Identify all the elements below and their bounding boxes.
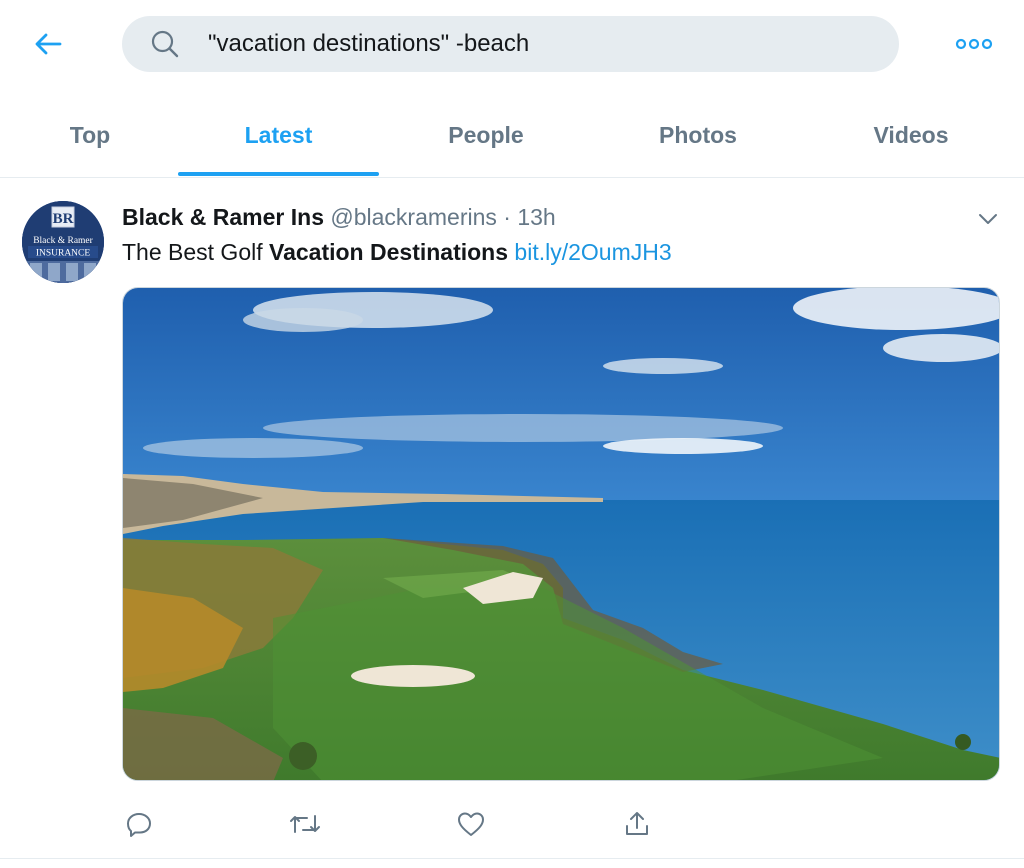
tab-videos[interactable]: Videos <box>810 92 1012 178</box>
tab-photos[interactable]: Photos <box>597 92 799 178</box>
tweet-header: Black & Ramer Ins @blackramerins · 13h <box>122 204 556 231</box>
search-tabs: Top Latest People Photos Videos <box>0 92 1024 178</box>
more-dots-icon <box>955 38 993 50</box>
active-tab-indicator <box>178 172 379 176</box>
retweet-button[interactable] <box>288 807 322 841</box>
avatar-line2: INSURANCE <box>36 249 91 259</box>
search-input[interactable] <box>208 16 868 72</box>
more-options-button[interactable] <box>946 30 1002 58</box>
search-icon <box>151 30 179 58</box>
tweet-text-plain: The Best Golf <box>122 239 270 265</box>
share-icon <box>626 812 648 835</box>
like-button[interactable] <box>454 807 488 841</box>
retweet-icon <box>290 815 320 833</box>
like-icon <box>458 812 484 836</box>
tweet-link[interactable]: bit.ly/2OumJH3 <box>514 239 671 265</box>
tab-top[interactable]: Top <box>0 92 180 178</box>
tweet-time[interactable]: 13h <box>517 204 555 230</box>
golf-course-photo <box>123 288 999 780</box>
search-box[interactable] <box>122 16 899 72</box>
arrow-left-icon <box>35 33 62 55</box>
avatar[interactable]: BR Black & Ramer INSURANCE <box>22 201 104 283</box>
chevron-down-icon <box>979 214 997 224</box>
share-button[interactable] <box>620 807 654 841</box>
avatar-line1: Black & Ramer <box>33 236 93 246</box>
reply-icon <box>127 813 151 837</box>
tweet[interactable]: BR Black & Ramer INSURANCE Black & Ramer… <box>0 179 1024 859</box>
reply-button[interactable] <box>122 807 156 841</box>
author-handle[interactable]: @blackramerins <box>330 204 497 230</box>
separator-dot: · <box>503 204 511 230</box>
tweet-text-highlight: Vacation Destinations <box>269 239 509 265</box>
author-name[interactable]: Black & Ramer Ins <box>122 204 324 230</box>
tweet-menu-button[interactable] <box>972 205 1004 233</box>
tab-latest[interactable]: Latest <box>178 92 379 178</box>
tweet-text: The Best Golf Vacation Destinations bit.… <box>122 239 672 266</box>
insurance-logo-image: BR Black & Ramer INSURANCE <box>22 201 104 283</box>
tweet-photo[interactable] <box>122 287 1000 781</box>
avatar-logo-mark: BR <box>53 211 74 227</box>
back-button[interactable] <box>26 22 70 66</box>
search-header <box>0 0 1024 92</box>
tab-people[interactable]: People <box>385 92 587 178</box>
